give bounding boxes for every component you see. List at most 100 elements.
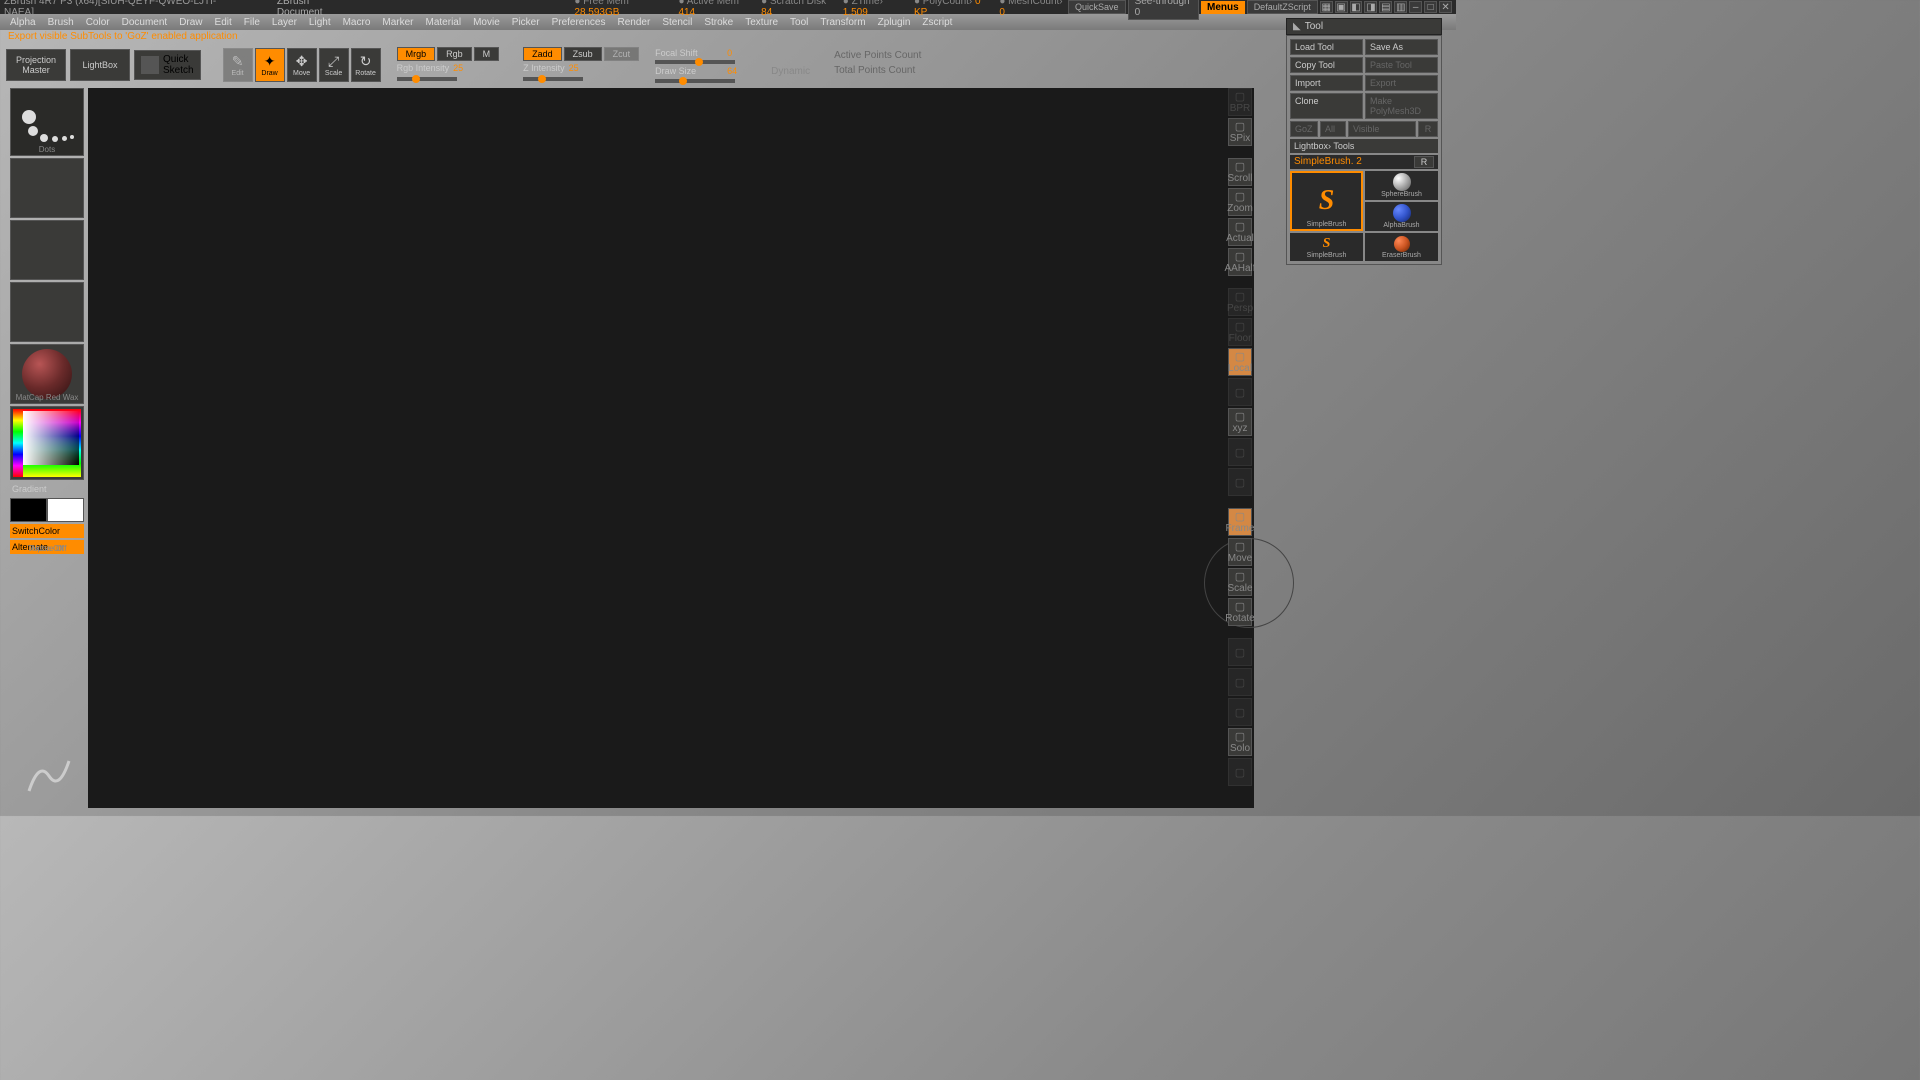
menu-alpha[interactable]: Alpha bbox=[4, 16, 42, 29]
lightbox-button[interactable]: LightBox bbox=[70, 49, 130, 81]
z-intensity-slider[interactable] bbox=[523, 77, 583, 81]
maximize-button[interactable]: □ bbox=[1424, 1, 1437, 13]
menu-layer[interactable]: Layer bbox=[266, 16, 303, 29]
zsub-button[interactable]: Zsub bbox=[564, 47, 602, 61]
menu-edit[interactable]: Edit bbox=[209, 16, 238, 29]
icon-button[interactable]: ▤ bbox=[1379, 1, 1392, 13]
dock-xyz[interactable]: ▢xyz bbox=[1228, 408, 1252, 436]
secondary-color-swatch[interactable] bbox=[47, 498, 84, 522]
m-button[interactable]: M bbox=[474, 47, 500, 61]
rotate-button[interactable]: ↻Rotate bbox=[351, 48, 381, 82]
icon-button[interactable]: ▦ bbox=[1320, 1, 1333, 13]
move-button[interactable]: ✥Move bbox=[287, 48, 317, 82]
tool-alphabrush[interactable]: AlphaBrush bbox=[1365, 202, 1438, 231]
close-button[interactable]: ✕ bbox=[1439, 1, 1452, 13]
dock-btn18[interactable]: ▢ bbox=[1228, 668, 1252, 696]
dock-scroll[interactable]: ▢Scroll bbox=[1228, 158, 1252, 186]
dock-scale[interactable]: ▢Scale bbox=[1228, 568, 1252, 596]
tool-mini-eraserbrush[interactable]: EraserBrush bbox=[1365, 233, 1438, 261]
menu-file[interactable]: File bbox=[238, 16, 266, 29]
menu-movie[interactable]: Movie bbox=[467, 16, 506, 29]
draw-button[interactable]: ✦Draw bbox=[255, 48, 285, 82]
import-button[interactable]: Import bbox=[1290, 75, 1363, 91]
minimize-button[interactable]: – bbox=[1409, 1, 1422, 13]
dock-persp[interactable]: ▢Persp bbox=[1228, 288, 1252, 316]
dock-btn17[interactable]: ▢ bbox=[1228, 638, 1252, 666]
menu-material[interactable]: Material bbox=[420, 16, 468, 29]
switchcolor-button[interactable]: SwitchColor bbox=[10, 524, 84, 538]
load-tool-button[interactable]: Load Tool bbox=[1290, 39, 1363, 55]
edit-button[interactable]: ✎Edit bbox=[223, 48, 253, 82]
menu-zplugin[interactable]: Zplugin bbox=[872, 16, 917, 29]
canvas[interactable] bbox=[88, 88, 1254, 808]
quick-sketch-button[interactable]: Quick Sketch bbox=[134, 50, 201, 80]
menu-picker[interactable]: Picker bbox=[506, 16, 546, 29]
export-button[interactable]: Export bbox=[1365, 75, 1438, 91]
zadd-button[interactable]: Zadd bbox=[523, 47, 562, 61]
tool-simplebrush[interactable]: S SimpleBrush bbox=[1290, 171, 1363, 231]
projection-master-button[interactable]: Projection Master bbox=[6, 49, 66, 81]
texture-slot[interactable]: Texture Off bbox=[10, 282, 84, 342]
rgb-intensity-slider[interactable] bbox=[397, 77, 457, 81]
main-color-swatch[interactable] bbox=[10, 498, 47, 522]
tool-mini-simplebrush[interactable]: S SimpleBrush bbox=[1290, 233, 1363, 261]
icon-button[interactable]: ◧ bbox=[1350, 1, 1363, 13]
goz-all-button[interactable]: All bbox=[1320, 121, 1346, 137]
dock-move[interactable]: ▢Move bbox=[1228, 538, 1252, 566]
draw-size-slider[interactable] bbox=[655, 79, 735, 83]
menus-button[interactable]: Menus bbox=[1201, 1, 1245, 14]
menu-brush[interactable]: Brush bbox=[42, 16, 80, 29]
mrgb-button[interactable]: Mrgb bbox=[397, 47, 436, 61]
focal-shift-slider[interactable] bbox=[655, 60, 735, 64]
dock-frame[interactable]: ▢Frame bbox=[1228, 508, 1252, 536]
tool-r-button[interactable]: R bbox=[1414, 156, 1434, 168]
icon-button[interactable]: ▣ bbox=[1335, 1, 1348, 13]
menu-light[interactable]: Light bbox=[303, 16, 337, 29]
dock-btn12[interactable]: ▢ bbox=[1228, 468, 1252, 496]
dock-local[interactable]: ▢Local bbox=[1228, 348, 1252, 376]
paste-tool-button[interactable]: Paste Tool bbox=[1365, 57, 1438, 73]
menu-color[interactable]: Color bbox=[80, 16, 116, 29]
goz-r-button[interactable]: R bbox=[1418, 121, 1438, 137]
zcut-button[interactable]: Zcut bbox=[604, 47, 640, 61]
dock-rotate[interactable]: ▢Rotate bbox=[1228, 598, 1252, 626]
icon-button[interactable]: ▥ bbox=[1394, 1, 1407, 13]
alpha-slot[interactable]: Alpha Off bbox=[10, 220, 84, 280]
menu-transform[interactable]: Transform bbox=[814, 16, 871, 29]
menu-stencil[interactable]: Stencil bbox=[656, 16, 698, 29]
tool-panel-header[interactable]: ◣ Tool bbox=[1286, 18, 1442, 35]
save-as-button[interactable]: Save As bbox=[1365, 39, 1438, 55]
brush-slot[interactable]: Dots bbox=[10, 88, 84, 156]
dock-spix[interactable]: ▢SPix bbox=[1228, 118, 1252, 146]
lightbox-tools-button[interactable]: Lightbox› Tools bbox=[1290, 139, 1438, 153]
menu-marker[interactable]: Marker bbox=[376, 16, 419, 29]
icon-button[interactable]: ◨ bbox=[1364, 1, 1377, 13]
scale-button[interactable]: ⤢Scale bbox=[319, 48, 349, 82]
dock-zoom[interactable]: ▢Zoom bbox=[1228, 188, 1252, 216]
clone-button[interactable]: Clone bbox=[1290, 93, 1363, 119]
color-picker[interactable] bbox=[10, 406, 84, 480]
menu-render[interactable]: Render bbox=[612, 16, 657, 29]
default-script[interactable]: DefaultZScript bbox=[1247, 0, 1318, 14]
rgb-button[interactable]: Rgb bbox=[437, 47, 472, 61]
menu-macro[interactable]: Macro bbox=[337, 16, 377, 29]
dock-solo[interactable]: ▢Solo bbox=[1228, 728, 1252, 756]
goz-button[interactable]: GoZ bbox=[1290, 121, 1318, 137]
menu-draw[interactable]: Draw bbox=[173, 16, 208, 29]
menu-document[interactable]: Document bbox=[116, 16, 174, 29]
stroke-slot[interactable] bbox=[10, 158, 84, 218]
menu-preferences[interactable]: Preferences bbox=[546, 16, 612, 29]
dock-floor[interactable]: ▢Floor bbox=[1228, 318, 1252, 346]
material-slot[interactable]: MatCap Red Wax bbox=[10, 344, 84, 404]
dock-aahalf[interactable]: ▢AAHalf bbox=[1228, 248, 1252, 276]
quicksave-button[interactable]: QuickSave bbox=[1068, 0, 1126, 14]
tool-spherebrush[interactable]: SphereBrush bbox=[1365, 171, 1438, 200]
dock-btn19[interactable]: ▢ bbox=[1228, 698, 1252, 726]
menu-stroke[interactable]: Stroke bbox=[698, 16, 739, 29]
seethrough-slider[interactable]: See-through 0 bbox=[1128, 0, 1199, 20]
goz-visible-button[interactable]: Visible bbox=[1348, 121, 1416, 137]
copy-tool-button[interactable]: Copy Tool bbox=[1290, 57, 1363, 73]
menu-texture[interactable]: Texture bbox=[739, 16, 784, 29]
menu-zscript[interactable]: Zscript bbox=[916, 16, 958, 29]
make-polymesh-button[interactable]: Make PolyMesh3D bbox=[1365, 93, 1438, 119]
